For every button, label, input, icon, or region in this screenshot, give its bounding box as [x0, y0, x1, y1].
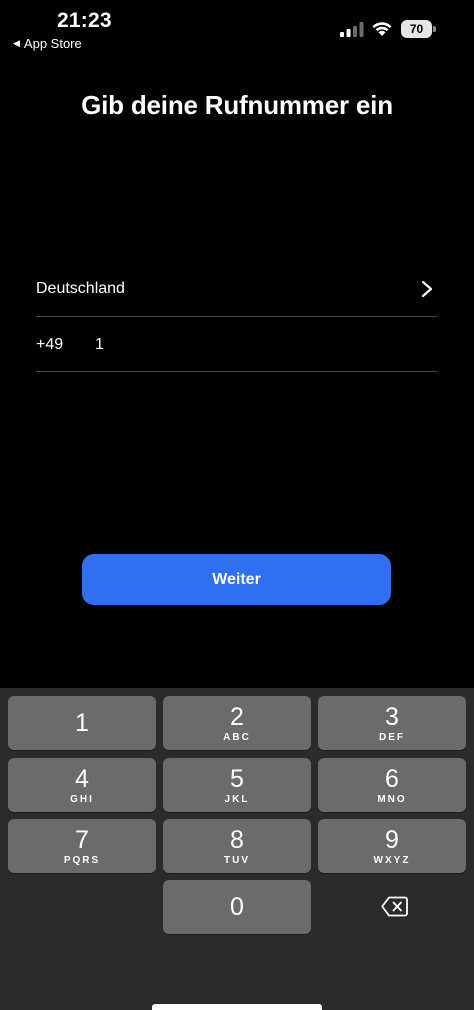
key-letters: TUV [224, 855, 250, 866]
page-title: Gib deine Rufnummer ein [81, 90, 393, 120]
key-letters: GHI [70, 794, 94, 805]
back-triangle-icon: ◀ [13, 38, 20, 48]
key-digit: 5 [230, 765, 244, 793]
country-selector[interactable]: Deutschland [36, 262, 437, 317]
key-letters: MNO [377, 794, 407, 805]
back-app-label: App Store [23, 36, 82, 51]
key-digit: 7 [75, 826, 89, 854]
wifi-icon [372, 22, 392, 36]
key-9[interactable]: 9 WXYZ [318, 819, 466, 873]
key-digit: 9 [385, 826, 399, 854]
key-3[interactable]: 3 DEF [318, 696, 466, 750]
key-digit: 3 [385, 703, 399, 731]
numeric-keypad: 1 2 ABC 3 DEF 4 GHI 5 JKL 6 MNO 7 PQRS 8… [0, 688, 474, 1010]
key-1[interactable]: 1 [8, 696, 156, 750]
backspace-key[interactable] [318, 880, 466, 934]
chevron-right-icon [421, 280, 433, 298]
key-2[interactable]: 2 ABC [163, 696, 311, 750]
cellular-signal-icon [340, 22, 364, 37]
battery-indicator: 70 [401, 20, 437, 38]
key-letters: WXYZ [373, 855, 411, 866]
key-7[interactable]: 7 PQRS [8, 819, 156, 873]
key-letters: ABC [223, 732, 251, 743]
key-6[interactable]: 6 MNO [318, 758, 466, 812]
status-time: 21:23 [57, 9, 112, 32]
phone-number-input[interactable] [95, 331, 425, 359]
status-bar: 21:23 ◀ App Store 70 [0, 0, 474, 58]
delete-left-icon [381, 896, 408, 917]
key-0[interactable]: 0 [163, 880, 311, 934]
key-digit: 2 [230, 703, 244, 731]
key-4[interactable]: 4 GHI [8, 758, 156, 812]
battery-level: 70 [401, 20, 432, 38]
key-5[interactable]: 5 JKL [163, 758, 311, 812]
key-digit: 8 [230, 826, 244, 854]
key-letters: JKL [224, 794, 250, 805]
key-digit: 0 [230, 893, 244, 921]
key-digit: 6 [385, 765, 399, 793]
phone-number-row: +49 [36, 317, 437, 372]
country-code: +49 [36, 336, 64, 353]
country-label: Deutschland [36, 280, 125, 297]
key-letters: DEF [379, 732, 405, 743]
key-8[interactable]: 8 TUV [163, 819, 311, 873]
key-letters: PQRS [63, 855, 101, 866]
key-digit: 4 [75, 765, 89, 793]
home-indicator [152, 1004, 322, 1010]
battery-cap [433, 26, 436, 32]
key-digit: 1 [75, 709, 89, 737]
continue-button[interactable]: Weiter [82, 554, 391, 605]
back-to-app-store-button[interactable]: ◀ App Store [13, 36, 82, 51]
